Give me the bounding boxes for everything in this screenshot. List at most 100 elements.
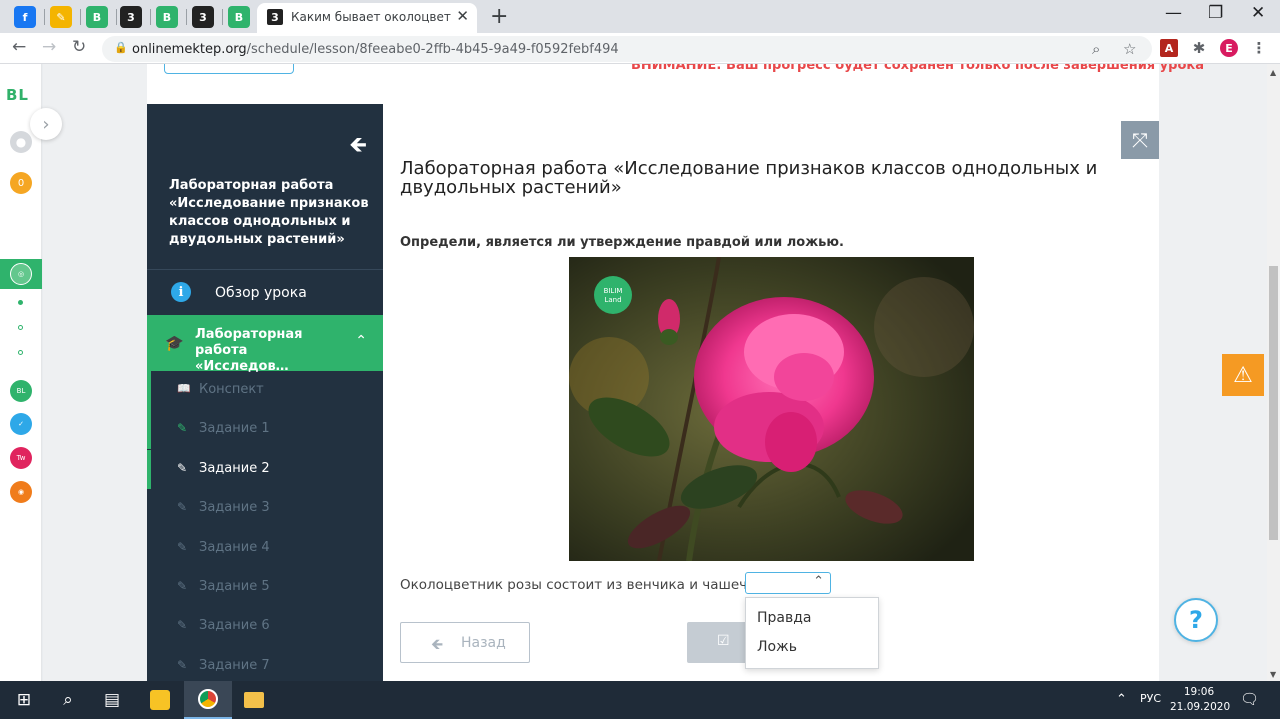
user-avatar-icon[interactable]: ● (10, 131, 32, 153)
sidebar-item-label: Задание 3 (199, 500, 270, 516)
orange-app-icon[interactable]: ◉ (10, 481, 32, 503)
notifications-icon[interactable]: 🗨 (1240, 690, 1259, 708)
report-warning-icon[interactable]: ⚠ (1222, 354, 1264, 396)
clock-time: 19:06 (1183, 686, 1215, 698)
chrome-app-icon[interactable] (184, 681, 232, 719)
page-scrollbar[interactable]: ▲ ▼ (1267, 64, 1280, 681)
pinned-tab-icon[interactable]: B (156, 6, 178, 28)
coins-badge[interactable]: 0 (10, 172, 32, 194)
sidebar-item-task-2[interactable]: ✎ Задание 2 (147, 449, 383, 489)
minimize-icon[interactable]: — (1165, 3, 1182, 23)
option-false[interactable]: Ложь (757, 639, 797, 655)
active-tab[interactable]: 3 Каким бывает околоцветник по ✕ (257, 3, 477, 33)
pinned-tab-icon[interactable]: f (14, 6, 36, 28)
sidebar-item-label: Задание 5 (199, 579, 270, 594)
player-app-icon[interactable] (136, 681, 184, 719)
sidebar-item-label: Задание 7 (199, 657, 270, 673)
scrollbar-thumb[interactable] (1269, 266, 1278, 540)
pinned-tab-icon[interactable]: 3 (192, 6, 214, 28)
lesson-page: ВНИМАНИЕ: Ваш прогресс будет сохранен то… (43, 64, 1267, 681)
pdf-extension-icon[interactable]: A (1160, 39, 1178, 57)
address-bar[interactable]: 🔒 onlinemektep.org/schedule/lesson/8feea… (102, 36, 1152, 62)
sidebar-item-label: Конспект (199, 382, 264, 397)
sidebar-item-overview[interactable]: i Обзор урока (147, 270, 383, 315)
tab-separator (80, 9, 81, 25)
tab-separator (150, 9, 151, 25)
tab-separator (44, 9, 45, 25)
back-button-label: Назад (461, 635, 506, 651)
bookmark-star-icon[interactable]: ☆ (1123, 40, 1136, 58)
forward-arrow-icon[interactable]: → (42, 37, 56, 57)
menu-kebab-icon[interactable]: ⋮ (1250, 39, 1268, 57)
scroll-up-icon[interactable]: ▲ (1270, 68, 1276, 77)
sidebar-item-task-7[interactable]: ✎ Задание 7 (147, 646, 383, 681)
sidebar-item-task-1[interactable]: ✎ Задание 1 (147, 410, 383, 450)
twig-app-icon[interactable]: ✓ (10, 413, 32, 435)
task-view-icon[interactable]: ▤ (88, 681, 136, 719)
sidebar-item-task-6[interactable]: ✎ Задание 6 (147, 607, 383, 647)
lesson-sidebar: 🡸 Лабораторная работа «Исследование приз… (147, 104, 383, 681)
pinned-tab-icon[interactable]: B (228, 6, 250, 28)
windows-start-icon[interactable]: ⊞ (0, 681, 48, 719)
twig-brand-icon[interactable]: Tw (10, 447, 32, 469)
back-arrow-icon[interactable]: ← (12, 37, 26, 57)
online-mektep-icon: ◎ (10, 263, 32, 285)
edit-square-icon: ✎ (177, 500, 188, 515)
new-tab-icon[interactable]: + (490, 4, 508, 29)
sidebar-item-task-5[interactable]: ✎ Задание 5 (147, 568, 383, 607)
page-title: Лабораторная работа «Исследование призна… (400, 158, 1098, 198)
sidebar-item-task-4[interactable]: ✎ Задание 4 (147, 528, 383, 568)
help-question-icon[interactable]: ? (1174, 598, 1218, 642)
rail-dot-icon[interactable] (18, 300, 23, 305)
restore-icon[interactable]: ❐ (1208, 3, 1223, 23)
progress-warning: ВНИМАНИЕ: Ваш прогресс будет сохранен то… (631, 64, 1204, 73)
scroll-down-icon[interactable]: ▼ (1270, 670, 1276, 679)
top-outline-button[interactable] (164, 64, 294, 74)
profile-avatar[interactable]: E (1220, 39, 1238, 57)
sidebar-item-task-3[interactable]: ✎ Задание 3 (147, 489, 383, 529)
pinned-tab-icon[interactable]: ✎ (50, 6, 72, 28)
task-instruction: Определи, является ли утверждение правдо… (400, 235, 844, 250)
url-text: onlinemektep.org/schedule/lesson/8feeabe… (132, 42, 619, 57)
edit-square-icon: ✎ (177, 579, 188, 593)
extensions-puzzle-icon[interactable]: ✱ (1190, 39, 1208, 57)
tray-chevron-up-icon[interactable]: ⌃ (1116, 692, 1127, 707)
taskbar-clock[interactable]: 19:06 21.09.2020 (1170, 685, 1230, 715)
sidebar-back-arrow-icon[interactable]: 🡸 (349, 128, 367, 166)
window-close-icon[interactable]: ✕ (1251, 3, 1265, 23)
watermark-line-1: BILIM (604, 287, 623, 295)
rose-illustration: BILIM Land (569, 257, 974, 561)
option-true[interactable]: Правда (757, 610, 812, 626)
edit-square-icon: ✎ (177, 657, 188, 672)
pinned-tab-icon[interactable]: 3 (120, 6, 142, 28)
fullscreen-expand-icon[interactable]: ⤧ (1121, 121, 1159, 159)
answer-dropdown: Правда Ложь (745, 597, 879, 669)
back-button[interactable]: 🡸 Назад (400, 622, 530, 663)
chevron-up-icon[interactable]: ⌃ (355, 333, 367, 349)
rail-active-section[interactable]: ◎ (0, 259, 42, 289)
tab-separator (116, 9, 117, 25)
sidebar-item-label: Обзор урока (215, 285, 307, 301)
sidebar-current-section[interactable]: 🎓 Лабораторная работа «Исследов… ⌃ (147, 315, 383, 374)
tab-close-icon[interactable]: ✕ (456, 7, 469, 25)
edit-square-icon: ✎ (177, 460, 188, 475)
reload-icon[interactable]: ↻ (72, 37, 86, 57)
chevron-up-icon: ⌃ (813, 574, 824, 589)
browser-toolbar: ← → ↻ 🔒 onlinemektep.org/schedule/lesson… (0, 33, 1280, 64)
rail-dot-icon[interactable] (18, 350, 23, 355)
rail-expand-chevron-icon[interactable]: › (30, 108, 62, 140)
pinned-tab-icon[interactable]: B (86, 6, 108, 28)
tab-separator (222, 9, 223, 25)
checkbox-check-icon: ☑ (717, 633, 730, 649)
sidebar-item-konspekt[interactable]: 📖 Конспект (147, 371, 383, 410)
tab-title: Каким бывает околоцветник по (291, 10, 451, 24)
answer-select[interactable]: ⌃ (745, 572, 831, 594)
zoom-icon[interactable]: ⌕ (1092, 40, 1100, 58)
edit-square-icon: ✎ (177, 421, 188, 436)
search-icon[interactable]: ⌕ (44, 681, 92, 719)
language-indicator[interactable]: РУС (1140, 692, 1161, 705)
url-host: onlinemektep.org (132, 42, 247, 57)
file-explorer-icon[interactable] (230, 681, 278, 719)
rail-dot-icon[interactable] (18, 325, 23, 330)
bilimland-app-icon[interactable]: BL (10, 380, 32, 402)
